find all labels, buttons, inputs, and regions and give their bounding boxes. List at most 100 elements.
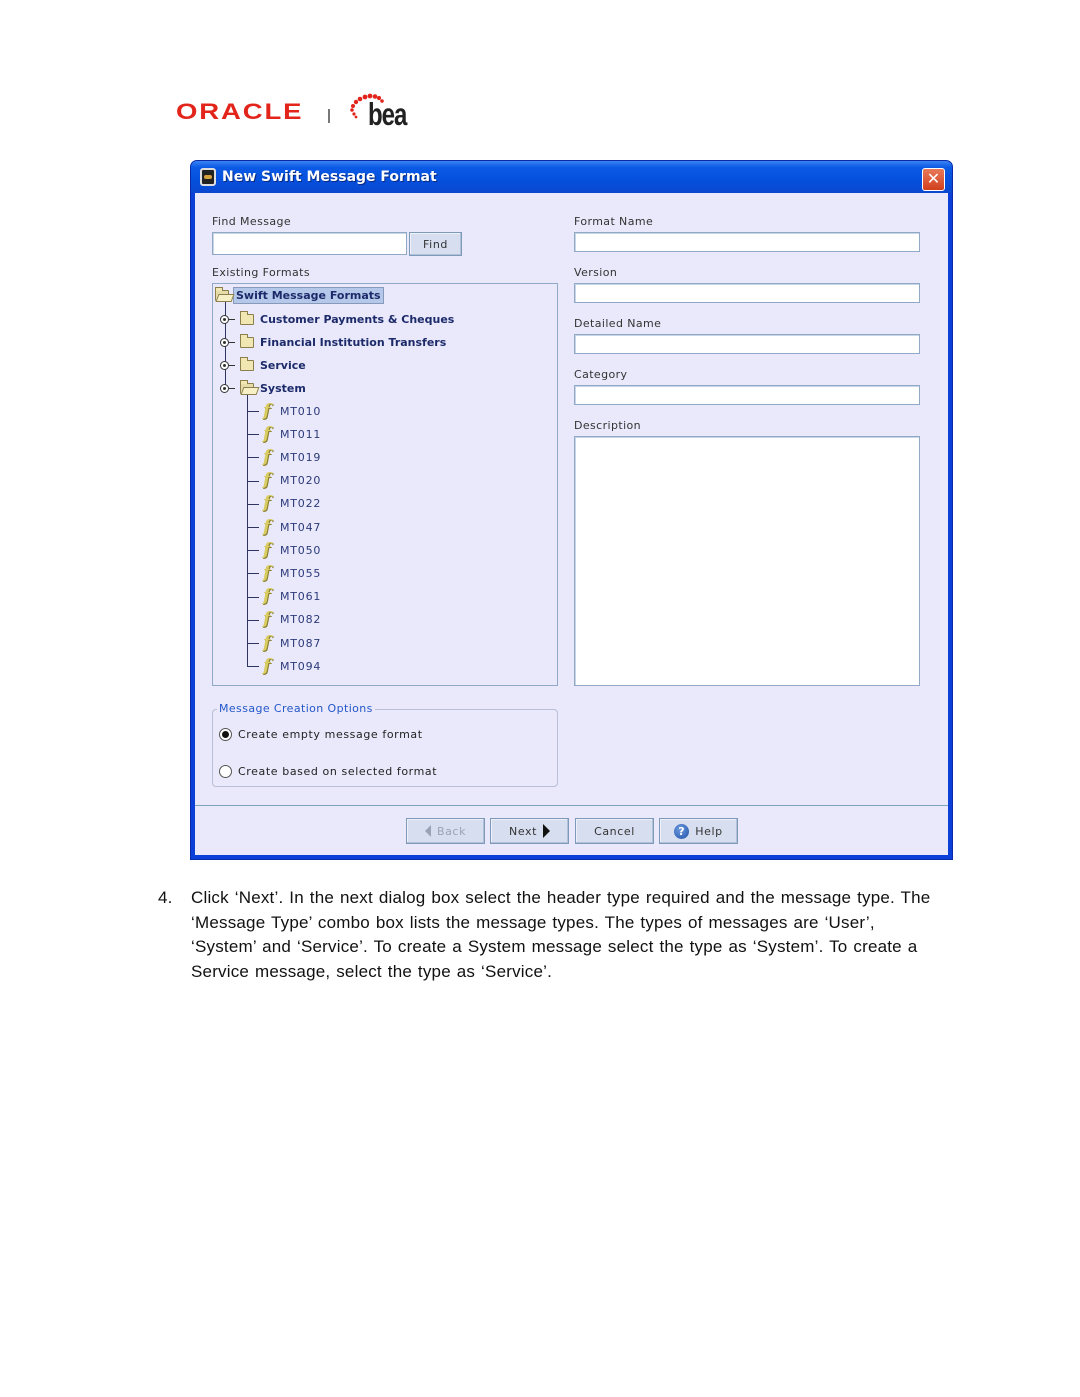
tree-leaf-label: MT019 [280, 450, 322, 464]
tree-leaf-mt087[interactable]: f MT087 [263, 633, 321, 653]
tree-leaf-mt019[interactable]: f MT019 [263, 447, 321, 467]
category-label: Category [574, 368, 628, 381]
tree-leaf-label: MT047 [280, 520, 322, 534]
radio-button[interactable] [219, 765, 232, 778]
find-button[interactable]: Find [409, 232, 462, 256]
cancel-button[interactable]: Cancel [575, 818, 654, 844]
tree-leaf-mt094[interactable]: f MT094 [263, 656, 321, 676]
oracle-logo: ORACLE [176, 99, 304, 124]
tree-leaf-mt020[interactable]: f MT020 [263, 471, 321, 491]
existing-formats-label: Existing Formats [212, 266, 310, 279]
next-button-label: Next [508, 824, 538, 838]
group-title: Message Creation Options [217, 702, 375, 715]
description-textarea[interactable] [574, 436, 920, 686]
bea-logo-text: bea [368, 97, 407, 133]
tree-folder-label: Financial Institution Transfers [260, 335, 447, 349]
step-text: Click ‘Next’. In the next dialog box sel… [191, 888, 931, 981]
tree-leaf-mt010[interactable]: f MT010 [263, 401, 321, 421]
version-label: Version [574, 266, 618, 279]
instruction-paragraph: 4. Click ‘Next’. In the next dialog box … [158, 886, 938, 984]
radio-label: Create empty message format [238, 728, 423, 741]
tree-folder-label: Service [260, 358, 306, 372]
message-format-icon: f [263, 609, 271, 630]
tree-line [247, 643, 259, 644]
tree-leaf-label: MT061 [280, 590, 322, 604]
close-icon: ✕ [926, 169, 941, 188]
tree-line [247, 550, 259, 552]
radio-label: Create based on selected format [238, 765, 438, 778]
back-button-label: Back [436, 824, 467, 838]
expand-handle-icon[interactable] [220, 360, 229, 370]
tree-leaf-label: MT050 [280, 543, 322, 557]
existing-formats-tree[interactable]: Swift Message Formats Customer Payments … [212, 283, 558, 686]
next-button[interactable]: Next [490, 818, 569, 844]
bea-logo: bea [348, 92, 418, 133]
tree-line [247, 527, 259, 528]
find-button-label: Find [423, 237, 448, 251]
message-format-icon: f [263, 446, 271, 467]
tree-leaf-mt055[interactable]: f MT055 [263, 563, 321, 583]
back-button[interactable]: Back [406, 818, 485, 844]
message-format-icon: f [263, 400, 271, 421]
format-name-input[interactable] [574, 232, 920, 252]
tree-line [247, 596, 259, 598]
dialog-body: Find Message Find Existing Formats Swift… [195, 193, 948, 855]
cancel-button-label: Cancel [594, 824, 635, 838]
step-number: 4. [158, 888, 173, 907]
dialog-title: New Swift Message Format [222, 169, 437, 185]
message-format-icon: f [263, 632, 271, 653]
tree-leaf-mt061[interactable]: f MT061 [263, 587, 321, 607]
help-button[interactable]: ? Help [659, 818, 738, 844]
tree-folder-label: System [260, 381, 306, 395]
find-message-input[interactable] [212, 232, 407, 255]
tree-leaf-mt082[interactable]: f MT082 [263, 610, 321, 630]
detailed-name-input[interactable] [574, 334, 920, 354]
radio-create-empty[interactable]: Create empty message format [219, 728, 423, 741]
description-label: Description [574, 419, 642, 432]
help-icon: ? [674, 823, 690, 839]
tree-leaf-label: MT082 [280, 613, 322, 627]
tree-folder-system[interactable]: System [220, 378, 306, 398]
radio-button-checked[interactable] [219, 728, 232, 741]
tree-line [247, 457, 259, 459]
tree-leaf-label: MT087 [280, 636, 322, 650]
tree-folder-customer-payments[interactable]: Customer Payments & Cheques [220, 309, 454, 329]
tree-folder-service[interactable]: Service [220, 355, 306, 375]
tree-leaf-mt011[interactable]: f MT011 [263, 424, 321, 444]
expand-handle-icon[interactable] [220, 314, 229, 324]
expand-handle-icon[interactable] [220, 337, 229, 347]
message-format-icon: f [263, 655, 271, 676]
tree-leaf-label: MT011 [280, 427, 322, 441]
tree-leaf-label: MT094 [280, 659, 322, 673]
message-format-icon: f [263, 586, 271, 607]
tree-root[interactable]: Swift Message Formats [215, 285, 384, 305]
category-input[interactable] [574, 385, 920, 405]
footer-divider [195, 805, 948, 806]
format-name-label: Format Name [574, 215, 654, 228]
detailed-name-label: Detailed Name [574, 317, 662, 330]
open-folder-icon [240, 379, 254, 394]
tree-line [247, 619, 259, 621]
version-input[interactable] [574, 283, 920, 303]
tree-leaf-label: MT020 [280, 474, 322, 488]
next-arrow-icon [543, 824, 551, 838]
message-format-icon: f [263, 516, 271, 537]
radio-create-based-on-selected[interactable]: Create based on selected format [219, 765, 437, 778]
collapse-handle-icon[interactable] [220, 383, 229, 393]
tree-line [247, 480, 259, 482]
close-button[interactable]: ✕ [922, 168, 945, 191]
dialog-titlebar[interactable]: New Swift Message Format ✕ [191, 161, 952, 193]
message-format-icon: f [263, 539, 271, 560]
tree-line [247, 434, 259, 436]
tree-leaf-mt047[interactable]: f MT047 [263, 517, 321, 537]
tree-folder-financial-institution-transfers[interactable]: Financial Institution Transfers [220, 332, 446, 352]
message-format-icon: f [263, 562, 271, 583]
tree-root-label: Swift Message Formats [233, 286, 384, 304]
message-format-icon: f [263, 423, 271, 444]
message-creation-options-group: Message Creation Options Create empty me… [212, 702, 558, 787]
tree-leaf-mt022[interactable]: f MT022 [263, 494, 321, 514]
tree-leaf-mt050[interactable]: f MT050 [263, 540, 321, 560]
find-message-label: Find Message [212, 215, 292, 228]
tree-line [247, 503, 259, 505]
folder-icon [240, 356, 254, 371]
